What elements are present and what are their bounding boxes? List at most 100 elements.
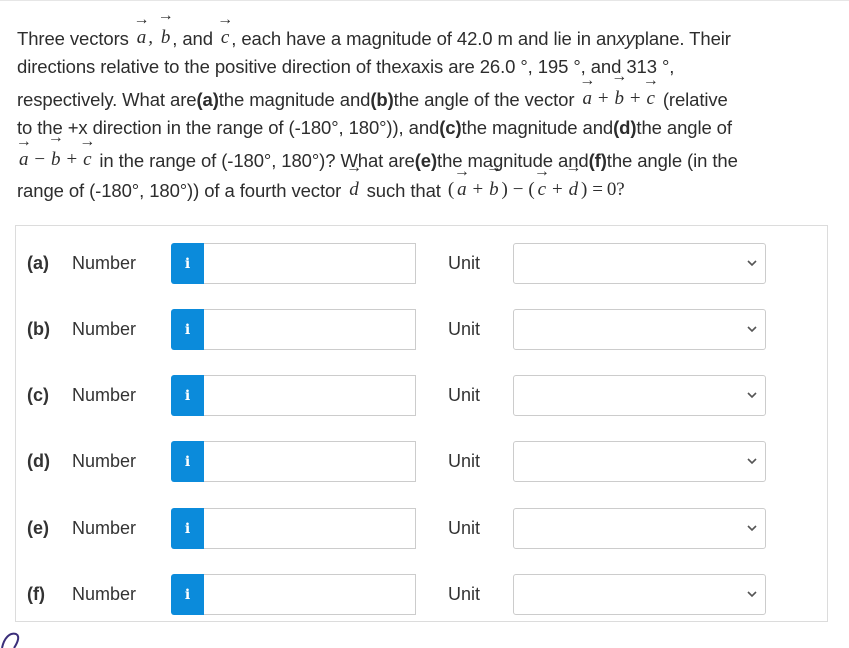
answer-row-a: (a) Number i Unit — [16, 243, 827, 285]
vector-arrow-icon: → — [47, 129, 64, 147]
question-text-segment: such that — [366, 179, 441, 201]
question-text-segment: range of (-180°, 180°)) of a fourth vect… — [17, 179, 342, 201]
part-label: (e) — [27, 518, 49, 538]
question-line-4: to the +x direction in the range of (-18… — [17, 110, 837, 138]
chevron-down-icon — [747, 591, 757, 598]
info-icon[interactable]: i — [171, 441, 204, 482]
paren: ) — [580, 179, 588, 201]
question-text-segment: (relative — [662, 88, 728, 110]
info-icon[interactable]: i — [171, 309, 204, 350]
part-label: (c) — [27, 385, 49, 405]
question-text-segment: the magnitude and — [218, 88, 371, 110]
vector-arrow-icon: → — [346, 159, 362, 177]
xy-italic: xy — [616, 27, 635, 49]
answer-row-c: (c) Number i Unit — [16, 375, 827, 417]
question-line-6: range of (-180°, 180°)) of a fourth vect… — [17, 159, 837, 201]
vector-arrow-icon: → — [565, 159, 582, 177]
question-line-2: directions relative to the positive dire… — [17, 49, 837, 77]
part-label: (f) — [27, 584, 45, 604]
vector-arrow-icon: → — [533, 163, 550, 181]
question-text-segment: the magnitude and — [461, 116, 614, 138]
unit-label: Unit — [448, 584, 481, 604]
number-input[interactable] — [204, 309, 416, 350]
vector-c: → c — [533, 163, 550, 201]
vector-arrow-icon: → — [15, 133, 32, 151]
part-a-label: (a) — [196, 88, 219, 110]
unit-label: Unit — [448, 518, 481, 538]
part-d-label: (d) — [613, 116, 637, 138]
unit-select[interactable] — [513, 243, 766, 284]
plus-operator: + — [551, 179, 563, 201]
unit-select[interactable] — [513, 375, 766, 416]
number-label: Number — [72, 451, 137, 471]
unit-label: Unit — [448, 253, 481, 273]
unit-select[interactable] — [513, 574, 766, 615]
part-f-label: (f) — [588, 149, 607, 171]
part-label: (a) — [27, 253, 49, 273]
question-text-segment: Three vectors — [17, 27, 129, 49]
part-e-label: (e) — [414, 149, 438, 171]
minus-operator: − — [512, 179, 524, 201]
answer-row-e: (e) Number i Unit — [16, 508, 827, 550]
answer-row-f: (f) Number i Unit — [16, 574, 827, 616]
number-input[interactable] — [204, 441, 416, 482]
question-line-1: Three vectors → a, → b, and → c, each have … — [17, 7, 837, 49]
vector-a: → a — [133, 11, 150, 49]
vector-c: → c — [642, 72, 659, 110]
vector-arrow-icon: → — [611, 68, 628, 86]
unit-select[interactable] — [513, 309, 766, 350]
question-text: Three vectors → a, → b, and → c, each have … — [15, 7, 837, 201]
vector-arrow-icon: → — [579, 72, 596, 90]
paren: ) — [501, 179, 508, 201]
vector-a: → a — [579, 72, 596, 110]
comma: , — [148, 27, 153, 49]
vector-b: → b — [47, 129, 64, 171]
vector-b: → b — [611, 68, 628, 110]
plus-operator: + — [472, 179, 484, 201]
plus-operator: + — [66, 149, 78, 171]
number-label: Number — [72, 518, 137, 538]
part-c-label: (c) — [439, 116, 462, 138]
question-text-segment: , and — [172, 27, 213, 49]
number-input[interactable] — [204, 375, 416, 416]
vector-d: → d — [346, 159, 362, 201]
vector-b: → b — [157, 7, 174, 49]
unit-select[interactable] — [513, 508, 766, 549]
vector-b: → b — [485, 159, 502, 201]
question-text-segment: directions relative to the positive dire… — [17, 55, 402, 77]
equals-operator: = — [592, 179, 603, 201]
info-icon[interactable]: i — [171, 375, 204, 416]
question-text-segment: in the range of (-180°, 180°)? What are — [99, 149, 415, 171]
part-label: (b) — [27, 319, 50, 339]
minus-operator: − — [34, 149, 46, 171]
vector-arrow-icon: → — [642, 72, 659, 90]
chevron-down-icon — [747, 458, 757, 465]
chevron-down-icon — [747, 326, 757, 333]
question-text-segment: the angle (in the — [606, 149, 738, 171]
info-icon[interactable]: i — [171, 243, 204, 284]
number-label: Number — [72, 253, 137, 273]
number-input[interactable] — [204, 574, 416, 615]
part-b-label: (b) — [370, 88, 394, 110]
zero-value: 0? — [606, 179, 625, 201]
vector-c: → c — [217, 11, 234, 49]
plus-operator: + — [597, 88, 609, 110]
vector-arrow-icon: → — [217, 11, 234, 29]
vector-arrow-icon: → — [157, 7, 174, 25]
vector-d: → d — [565, 159, 582, 201]
chevron-down-icon — [747, 260, 757, 267]
question-line-3: respectively. What are (a) the magnitude… — [17, 68, 837, 110]
question-text-segment: axis are 26.0 °, 195 °, and 313 °, — [410, 55, 675, 77]
vector-arrow-icon: → — [453, 163, 470, 181]
paren: ( — [447, 179, 455, 201]
vector-arrow-icon: → — [133, 11, 150, 29]
number-input[interactable] — [204, 508, 416, 549]
info-icon[interactable]: i — [171, 574, 204, 615]
vector-c: → c — [79, 133, 96, 171]
unit-select[interactable] — [513, 441, 766, 482]
vector-a: → a — [15, 133, 32, 171]
answer-panel: (a) Number i Unit (b) Number i Unit (c) … — [15, 225, 828, 622]
number-input[interactable] — [204, 243, 416, 284]
info-icon[interactable]: i — [171, 508, 204, 549]
part-label: (d) — [27, 451, 50, 471]
